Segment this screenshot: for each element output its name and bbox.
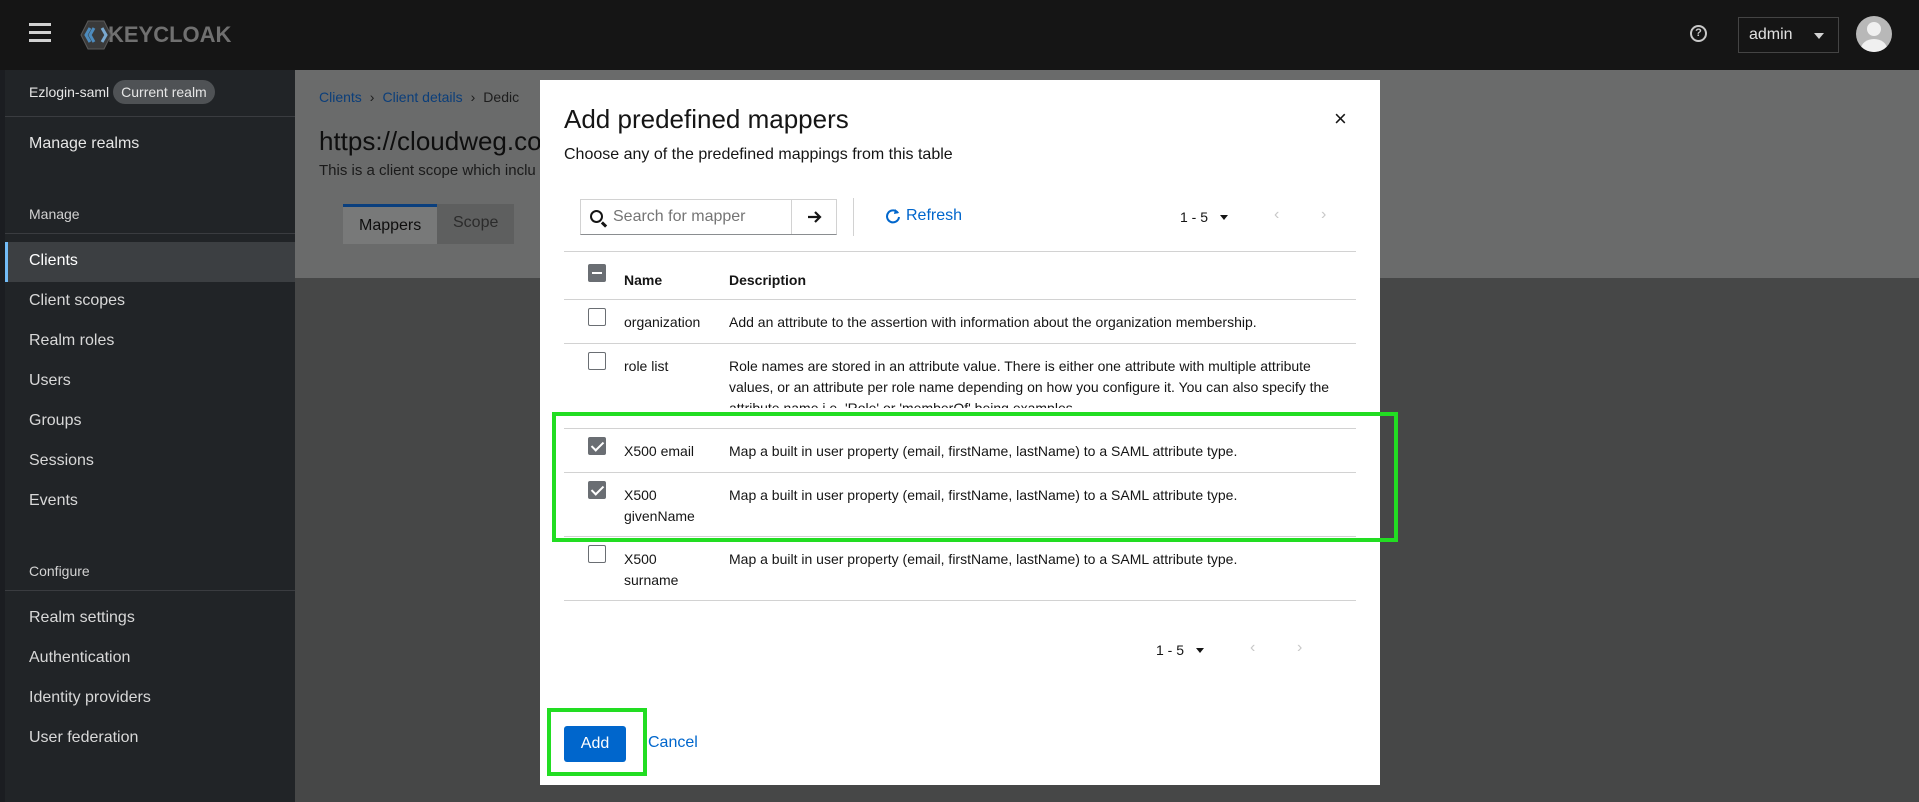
toolbar-divider bbox=[853, 198, 854, 236]
previous-page-icon[interactable]: ‹ bbox=[1250, 639, 1255, 657]
refresh-button[interactable]: Refresh bbox=[885, 207, 962, 225]
page-title: https://cloudweg.co bbox=[319, 126, 542, 156]
realm-selector[interactable]: Ezlogin-saml Current realm bbox=[29, 80, 215, 104]
tab-mappers[interactable]: Mappers bbox=[343, 204, 438, 244]
page-subtitle: This is a client scope which inclu bbox=[319, 162, 536, 179]
table-top-border bbox=[564, 251, 1356, 252]
column-header-description: Description bbox=[729, 272, 807, 288]
column-header-name: Name bbox=[624, 272, 663, 288]
sidebar-item-users[interactable]: Users bbox=[5, 362, 295, 402]
hamburger-menu-icon[interactable] bbox=[29, 23, 51, 43]
sidebar-item-clients[interactable]: Clients bbox=[5, 242, 295, 282]
sidebar-item-identity-providers[interactable]: Identity providers bbox=[5, 679, 295, 719]
mapper-description-clip: Role names are stored in an attribute va… bbox=[729, 356, 1339, 408]
masthead: KEYCLOAK ? admin bbox=[0, 0, 1919, 70]
search-box bbox=[580, 199, 837, 235]
manage-realms-link[interactable]: Manage realms bbox=[29, 135, 139, 153]
modal-title: Add predefined mappers bbox=[564, 104, 849, 134]
chevron-right-icon: › bbox=[369, 89, 375, 105]
pagination-bottom[interactable]: 1 - 5 bbox=[1156, 642, 1205, 658]
modal-description: Choose any of the predefined mappings fr… bbox=[564, 146, 953, 163]
sidebar-item-events[interactable]: Events bbox=[5, 482, 295, 522]
sidebar-item-sessions[interactable]: Sessions bbox=[5, 442, 295, 482]
breadcrumb: Clients › Client details › Dedic bbox=[319, 89, 519, 105]
sidebar: Ezlogin-saml Current realm Manage realms… bbox=[5, 70, 295, 802]
previous-page-icon[interactable]: ‹ bbox=[1274, 206, 1279, 224]
pagination-range: 1 - 5 bbox=[1156, 642, 1185, 658]
mapper-description: Add an attribute to the assertion with i… bbox=[729, 314, 1257, 330]
sidebar-item-groups[interactable]: Groups bbox=[5, 402, 295, 442]
mapper-description: Map a built in user property (email, fir… bbox=[729, 551, 1238, 567]
search-submit-button[interactable] bbox=[791, 200, 837, 234]
current-realm-badge: Current realm bbox=[113, 80, 215, 104]
help-icon[interactable]: ? bbox=[1690, 25, 1707, 42]
mapper-name-line2: surname bbox=[624, 572, 679, 588]
user-dropdown[interactable]: admin bbox=[1738, 17, 1839, 53]
search-input[interactable] bbox=[613, 201, 783, 233]
add-button-highlight bbox=[547, 708, 647, 776]
row-checkbox[interactable] bbox=[588, 308, 606, 326]
configure-section-title: Configure bbox=[29, 563, 90, 579]
divider bbox=[5, 590, 295, 591]
next-page-icon[interactable]: › bbox=[1321, 206, 1326, 224]
user-name: admin bbox=[1749, 26, 1793, 43]
mapper-name: role list bbox=[624, 358, 669, 374]
sidebar-item-realm-settings[interactable]: Realm settings bbox=[5, 599, 295, 639]
manage-section-title: Manage bbox=[29, 206, 80, 222]
table-bottom-border bbox=[564, 600, 1356, 601]
next-page-icon[interactable]: › bbox=[1297, 639, 1302, 657]
arrow-right-icon bbox=[808, 211, 822, 223]
sidebar-item-client-scopes[interactable]: Client scopes bbox=[5, 282, 295, 322]
keycloak-logo[interactable]: KEYCLOAK bbox=[80, 20, 231, 50]
mapper-name: X500 bbox=[624, 551, 657, 567]
breadcrumb-client-details[interactable]: Client details bbox=[382, 89, 462, 105]
mapper-description: Role names are stored in an attribute va… bbox=[729, 358, 1330, 408]
refresh-icon bbox=[886, 209, 900, 224]
tab-scope[interactable]: Scope bbox=[437, 204, 515, 244]
pagination-range: 1 - 5 bbox=[1180, 209, 1209, 225]
select-all-checkbox[interactable] bbox=[588, 264, 606, 282]
search-icon bbox=[590, 210, 603, 223]
row-divider bbox=[564, 343, 1356, 344]
sidebar-item-user-federation[interactable]: User federation bbox=[5, 719, 295, 759]
sidebar-item-authentication[interactable]: Authentication bbox=[5, 639, 295, 679]
keycloak-logo-icon bbox=[80, 20, 112, 50]
caret-down-icon bbox=[1220, 214, 1229, 220]
brand-name: KEYCLOAK bbox=[108, 22, 232, 47]
sidebar-item-realm-roles[interactable]: Realm roles bbox=[5, 322, 295, 362]
chevron-right-icon: › bbox=[470, 89, 476, 105]
avatar[interactable] bbox=[1856, 16, 1892, 52]
row-checkbox[interactable] bbox=[588, 545, 606, 563]
breadcrumb-clients[interactable]: Clients bbox=[319, 89, 362, 105]
divider bbox=[5, 233, 295, 234]
realm-name: Ezlogin-saml bbox=[29, 84, 110, 100]
row-checkbox[interactable] bbox=[588, 352, 606, 370]
divider bbox=[5, 116, 295, 117]
selected-rows-highlight bbox=[552, 412, 1398, 542]
mapper-name: organization bbox=[624, 314, 701, 330]
row-divider bbox=[564, 299, 1356, 300]
refresh-label: Refresh bbox=[906, 207, 963, 224]
close-icon[interactable]: × bbox=[1334, 108, 1347, 130]
caret-down-icon bbox=[1196, 647, 1205, 653]
caret-down-icon bbox=[1814, 33, 1824, 39]
pagination-top[interactable]: 1 - 5 bbox=[1180, 209, 1229, 225]
cancel-button[interactable]: Cancel bbox=[648, 734, 698, 752]
breadcrumb-current: Dedic bbox=[483, 89, 520, 105]
